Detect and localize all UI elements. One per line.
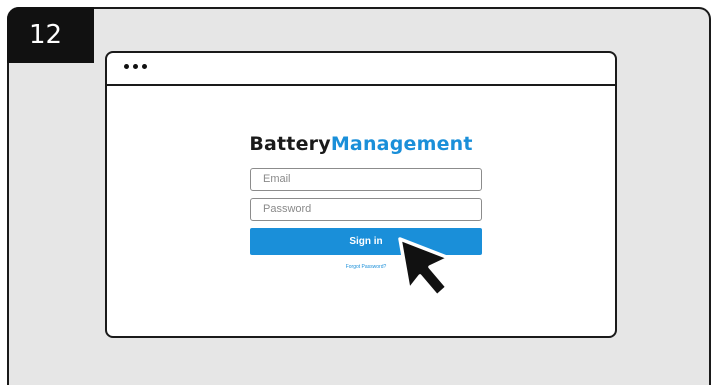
password-placeholder: Password xyxy=(263,203,312,215)
logo-text-battery: Battery xyxy=(249,133,331,155)
mouse-pointer-icon xyxy=(398,237,451,298)
email-field[interactable]: Email xyxy=(250,168,482,191)
browser-window: BatteryManagement Email Password Sign in… xyxy=(105,51,617,338)
email-placeholder: Email xyxy=(263,173,291,185)
browser-titlebar xyxy=(107,53,615,86)
password-field[interactable]: Password xyxy=(250,198,482,221)
logo-text-management: Management xyxy=(330,133,473,155)
more-dots-icon[interactable] xyxy=(124,64,147,69)
step-number-badge: 12 xyxy=(7,7,94,63)
app-logo: BatteryManagement xyxy=(107,133,615,155)
